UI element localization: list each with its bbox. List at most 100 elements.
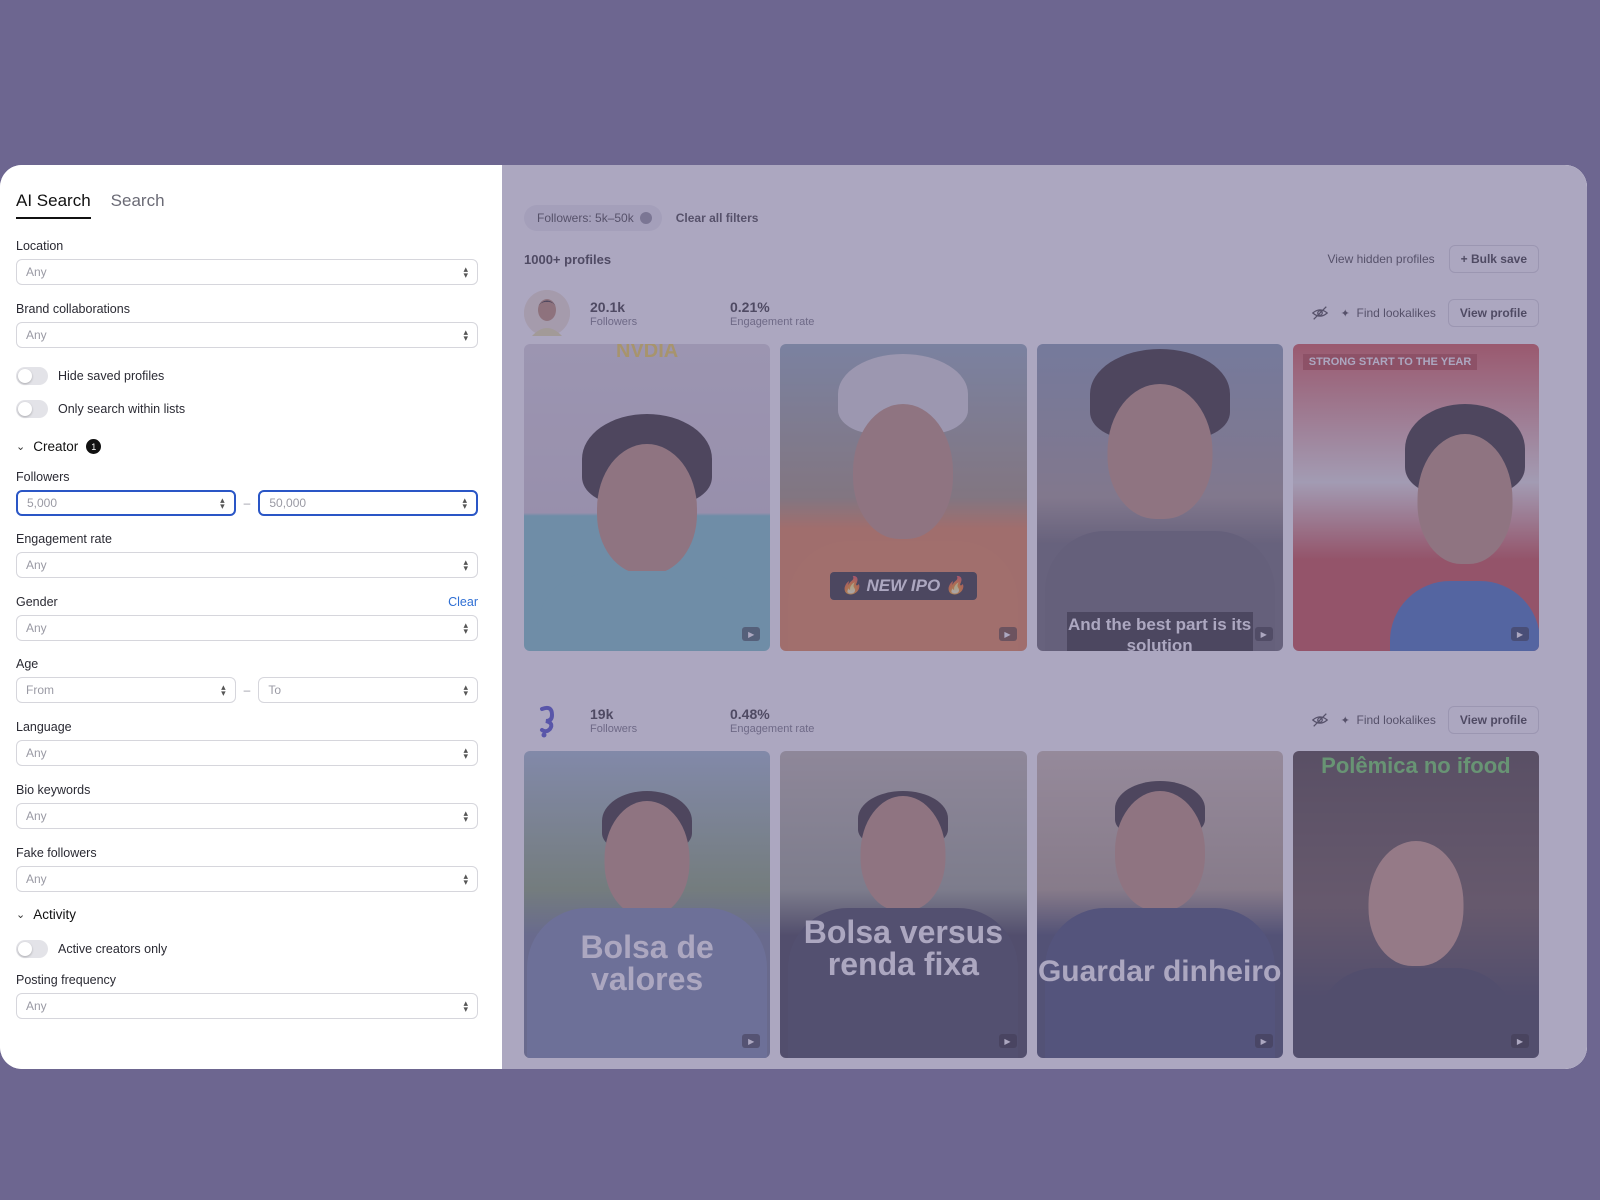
gender-clear-link[interactable]: Clear <box>448 595 478 609</box>
only-lists-toggle[interactable] <box>16 400 48 418</box>
tab-ai-search[interactable]: AI Search <box>16 191 91 219</box>
view-profile-button[interactable]: View profile <box>1447 706 1539 734</box>
bio-keywords-filter: Bio keywords Any ▴ ▾ <box>16 783 478 829</box>
engagement-select[interactable]: Any ▴ ▾ <box>16 552 478 578</box>
engagement-rate-value: 0.21% <box>730 298 770 315</box>
select-arrows-icon: ▴ ▾ <box>463 620 468 636</box>
followers-min-input[interactable]: 5,000 ▴ ▾ <box>16 490 236 516</box>
followers-filter-chip[interactable]: Followers: 5k–50k <box>524 205 662 231</box>
engagement-filter: Engagement rate Any ▴ ▾ <box>16 532 478 578</box>
location-filter: Location Any ▴ ▾ <box>16 239 478 285</box>
active-filters: Followers: 5k–50k Clear all filters <box>524 205 758 231</box>
select-arrows-icon: ▴ ▾ <box>463 808 468 824</box>
gender-filter: Gender Clear Any ▴ ▾ <box>16 595 478 641</box>
video-icon: ▶ <box>1254 1034 1273 1048</box>
filter-count-badge: 1 <box>86 439 102 454</box>
hide-saved-label: Hide saved profiles <box>58 369 165 383</box>
post-thumbnail[interactable]: Bolsa versus renda fixa ▶ <box>780 751 1027 1058</box>
select-arrows-icon: ▴ ▾ <box>221 682 226 698</box>
age-from-select[interactable]: From ▴ ▾ <box>16 677 236 703</box>
posting-frequency-select[interactable]: Any ▴ ▾ <box>16 993 478 1019</box>
hide-profile-icon[interactable] <box>1311 711 1329 729</box>
profile-card: 19k Followers 0.48% Engagement rate ✦ Fi… <box>524 697 1539 1058</box>
post-thumbnail[interactable]: Guardar dinheiro ▶ <box>1036 751 1283 1058</box>
select-arrows-icon: ▴ ▾ <box>463 682 468 698</box>
view-hidden-profiles-button[interactable]: View hidden profiles <box>1327 252 1434 266</box>
engagement-rate-value: 0.48% <box>730 705 770 722</box>
stepper-arrows-icon: ▴ ▾ <box>220 495 225 511</box>
select-arrows-icon: ▴ ▾ <box>463 264 468 280</box>
location-label: Location <box>16 239 64 253</box>
video-icon: ▶ <box>998 627 1017 641</box>
find-lookalikes-button[interactable]: ✦ Find lookalikes <box>1341 306 1436 320</box>
creator-section-label: Creator <box>33 439 79 454</box>
active-only-label: Active creators only <box>58 942 168 956</box>
brand-collab-filter: Brand collaborations Any ▴ ▾ <box>16 302 478 348</box>
video-icon: ▶ <box>742 627 761 641</box>
followers-filter: Followers 5,000 ▴ ▾ – 50,000 ▴ ▾ <box>16 470 478 516</box>
creator-section-header[interactable]: ⌄ Creator 1 <box>16 439 478 454</box>
chevron-down-icon: ⌄ <box>16 441 26 453</box>
gender-select[interactable]: Any ▴ ▾ <box>16 615 478 641</box>
avatar-logo-icon <box>524 697 570 743</box>
results-header: 1000+ profiles View hidden profiles + Bu… <box>524 245 1539 273</box>
posting-frequency-filter: Posting frequency Any ▴ ▾ <box>16 973 478 1019</box>
select-arrows-icon: ▴ ▾ <box>463 871 468 887</box>
only-lists-label: Only search within lists <box>58 402 186 416</box>
search-tabs: AI Search Search <box>16 191 478 219</box>
bulk-save-button[interactable]: + Bulk save <box>1448 245 1539 273</box>
age-to-select[interactable]: To ▴ ▾ <box>258 677 478 703</box>
fake-followers-label: Fake followers <box>16 846 97 860</box>
language-select[interactable]: Any ▴ ▾ <box>16 740 478 766</box>
activity-section-header[interactable]: ⌄ Activity <box>16 907 478 922</box>
bio-keywords-select[interactable]: Any ▴ ▾ <box>16 803 478 829</box>
location-select[interactable]: Any ▴ ▾ <box>16 259 478 285</box>
fake-followers-select[interactable]: Any ▴ ▾ <box>16 866 478 892</box>
avatar-portrait-icon <box>524 290 570 336</box>
tab-search[interactable]: Search <box>111 191 165 219</box>
clear-all-filters-button[interactable]: Clear all filters <box>676 211 759 225</box>
chevron-down-icon: ⌄ <box>16 909 26 921</box>
post-thumbnail[interactable]: NVDIA ▶ <box>524 344 771 651</box>
only-lists-row: Only search within lists <box>16 400 478 418</box>
post-thumbnails: NVDIA ▶ 🔥 NEW IPO 🔥 ▶ And the best part … <box>524 344 1539 651</box>
language-label: Language <box>16 720 72 734</box>
filter-sidebar: AI Search Search Location Any ▴ ▾ Brand c… <box>0 165 502 1069</box>
followers-count: 19k <box>590 705 614 722</box>
hide-profile-icon[interactable] <box>1311 304 1329 322</box>
stepper-arrows-icon: ▴ ▾ <box>462 495 467 511</box>
hide-saved-row: Hide saved profiles <box>16 367 478 385</box>
post-thumbnail[interactable]: Bolsa de valores ▶ <box>524 751 771 1058</box>
followers-label: Followers <box>16 470 70 484</box>
posting-frequency-label: Posting frequency <box>16 973 117 987</box>
hide-saved-toggle[interactable] <box>16 367 48 385</box>
followers-count: 20.1k <box>590 298 626 315</box>
find-lookalikes-button[interactable]: ✦ Find lookalikes <box>1341 713 1436 727</box>
video-icon: ▶ <box>1511 1034 1529 1048</box>
post-thumbnail[interactable]: 🔥 NEW IPO 🔥 ▶ <box>780 344 1027 651</box>
avatar[interactable] <box>524 290 570 336</box>
video-icon: ▶ <box>998 1034 1017 1048</box>
post-thumbnail[interactable]: And the best part is its solution ▶ <box>1036 344 1283 651</box>
sparkle-icon: ✦ <box>1340 308 1350 320</box>
select-arrows-icon: ▴ ▾ <box>463 998 468 1014</box>
avatar[interactable] <box>524 697 570 743</box>
bio-keywords-label: Bio keywords <box>16 783 91 797</box>
brand-collab-select[interactable]: Any ▴ ▾ <box>16 322 478 348</box>
active-only-toggle[interactable] <box>16 940 48 958</box>
engagement-label: Engagement rate <box>16 532 112 546</box>
video-icon: ▶ <box>742 1034 761 1048</box>
video-icon: ▶ <box>1254 627 1273 641</box>
post-thumbnails: Bolsa de valores ▶ Bolsa versus renda fi… <box>524 751 1539 1058</box>
fake-followers-filter: Fake followers Any ▴ ▾ <box>16 846 478 892</box>
post-thumbnail[interactable]: Polêmica no ifood ▶ <box>1292 751 1539 1058</box>
remove-chip-icon[interactable] <box>639 212 652 224</box>
select-arrows-icon: ▴ ▾ <box>463 557 468 573</box>
video-icon: ▶ <box>1511 627 1529 641</box>
post-thumbnail[interactable]: STRONG START TO THE YEAR ▶ <box>1292 344 1539 651</box>
view-profile-button[interactable]: View profile <box>1447 299 1539 327</box>
results-panel: Followers: 5k–50k Clear all filters 1000… <box>502 165 1587 1069</box>
age-label: Age <box>16 657 39 671</box>
followers-max-input[interactable]: 50,000 ▴ ▾ <box>258 490 478 516</box>
activity-section-label: Activity <box>33 907 76 922</box>
